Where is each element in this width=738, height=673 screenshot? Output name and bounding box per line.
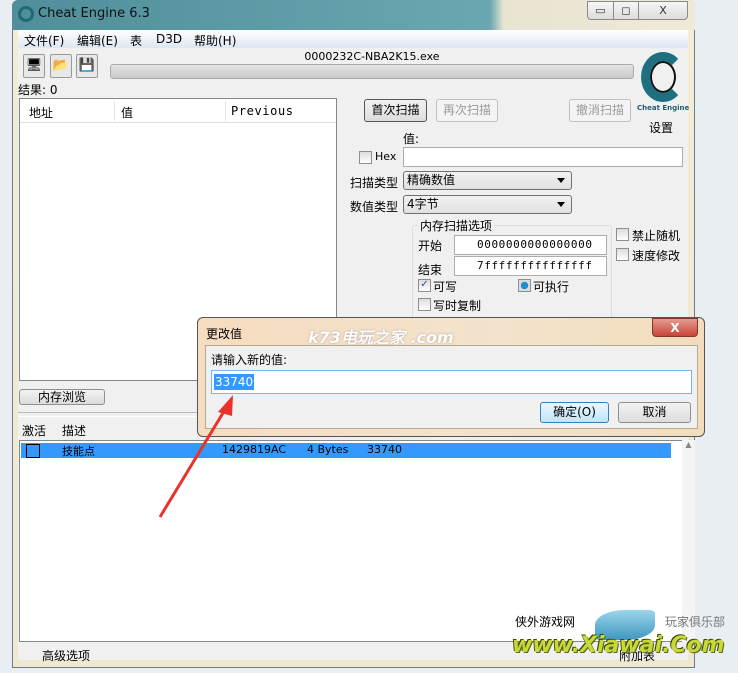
red-arrow-annotation xyxy=(158,395,233,518)
